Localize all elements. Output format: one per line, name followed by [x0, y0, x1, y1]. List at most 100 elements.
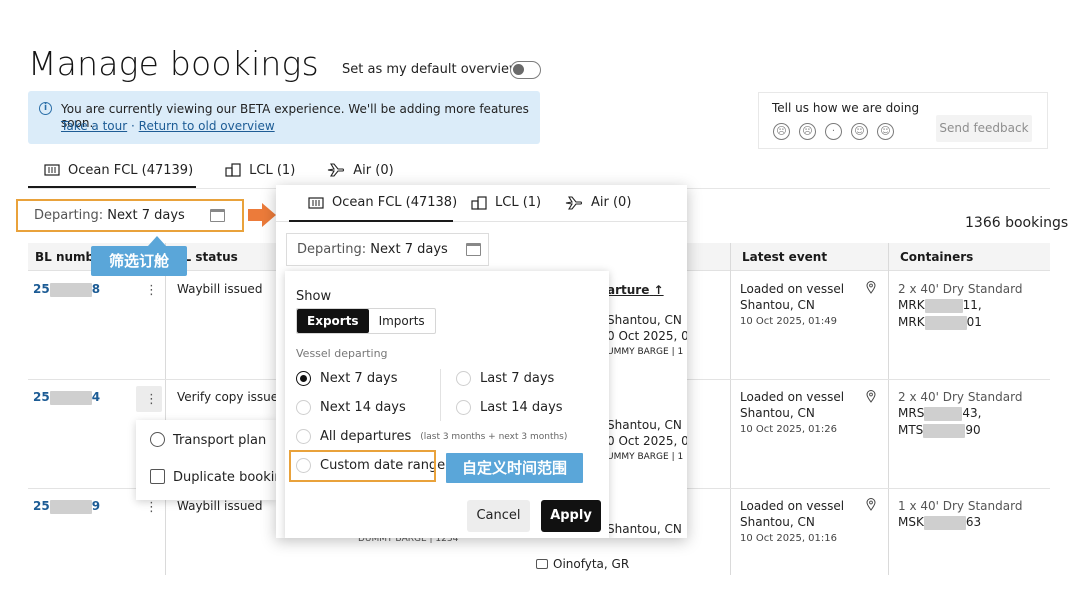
event-location: Shantou, CN [740, 406, 815, 420]
event-title: Loaded on vessel [740, 390, 845, 404]
departure-time: 0 Oct 2025, 00 [607, 434, 687, 448]
bl-number[interactable]: 25 9 [33, 498, 100, 514]
filter-value: Next 7 days [107, 208, 185, 223]
tab-lcl[interactable]: LCL (1) [471, 195, 541, 210]
show-label: Show [296, 289, 332, 304]
annotation-pointer [148, 236, 166, 246]
tab-label: Ocean FCL (47138) [332, 195, 458, 210]
tab-lcl[interactable]: LCL (1) [209, 158, 311, 182]
plane-icon [565, 195, 583, 210]
container-id: MSK 63 [898, 515, 982, 530]
container-id: MTS 90 [898, 423, 981, 438]
annotation-filter-tag: 筛选订舱 [91, 246, 187, 276]
row-menu-icon[interactable]: ⋮ [145, 501, 158, 514]
plane-icon [328, 163, 345, 177]
duplicate-icon [150, 469, 165, 484]
tab-air[interactable]: Air (0) [565, 195, 631, 210]
column-containers[interactable]: Containers [900, 250, 973, 264]
cancel-button[interactable]: Cancel [467, 500, 530, 532]
event-title: Loaded on vessel [740, 499, 845, 513]
location-icon [536, 559, 548, 569]
exports-segment[interactable]: Exports [297, 309, 369, 333]
annotation-custom-tag: 自定义时间范围 [446, 453, 583, 483]
container-icon [308, 196, 324, 209]
radio-next-14-days[interactable]: Next 14 days [296, 400, 406, 415]
very-happy-face-icon[interactable]: ☺ [877, 123, 894, 140]
container-desc: 1 x 40' Dry Standard [898, 499, 1023, 513]
radio-icon [456, 371, 471, 386]
page-title: Manage bookings [28, 44, 319, 83]
happy-face-icon[interactable]: ☺ [851, 123, 868, 140]
departing-filter[interactable]: Departing: Next 7 days [16, 199, 244, 232]
info-icon: i [39, 102, 52, 115]
imports-segment[interactable]: Imports [369, 309, 435, 333]
column-latest-event[interactable]: Latest event [742, 250, 827, 264]
event-time: 10 Oct 2025, 01:26 [740, 424, 837, 435]
link-separator: · [131, 119, 135, 133]
apply-button[interactable]: Apply [541, 500, 601, 532]
transport-plan-menu-item[interactable]: Transport plan [150, 432, 266, 448]
location-pin-icon[interactable] [866, 390, 876, 403]
send-feedback-button[interactable]: Send feedback [936, 115, 1032, 142]
location-pin-icon[interactable] [866, 498, 876, 511]
destination-text: Oinofyta, GR [536, 556, 629, 572]
event-location: Shantou, CN [740, 515, 815, 529]
event-title: Loaded on vessel [740, 282, 845, 296]
very-unhappy-face-icon[interactable]: ☹ [773, 123, 790, 140]
lcl-icon [471, 195, 487, 210]
filter-value: Next 7 days [370, 242, 448, 257]
direction-segmented-control: Exports Imports [296, 308, 436, 334]
departure-column-header[interactable]: arture ↑ [607, 282, 664, 298]
departure-time: 0 Oct 2025, 00 [607, 329, 687, 343]
status-text: Verify copy issued [177, 390, 286, 404]
return-old-overview-link[interactable]: Return to old overview [139, 119, 275, 133]
duplicate-booking-menu-item[interactable]: Duplicate bookin [150, 469, 283, 485]
neutral-face-icon[interactable]: · [825, 123, 842, 140]
vessel-departing-label: Vessel departing [296, 347, 388, 360]
default-overview-toggle[interactable] [510, 61, 541, 79]
default-overview-label: Set as my default overview [342, 62, 520, 77]
departure-location: Shantou, CN [607, 313, 682, 327]
radio-last-7-days[interactable]: Last 7 days [456, 371, 554, 386]
radio-selected-icon [296, 371, 311, 386]
radio-last-14-days[interactable]: Last 14 days [456, 400, 563, 415]
filter-overlay-panel: Ocean FCL (47138) LCL (1) Air (0) Depart… [276, 185, 687, 538]
all-departures-hint: (last 3 months + next 3 months) [420, 431, 568, 442]
tab-ocean-fcl[interactable]: Ocean FCL (47138) [308, 195, 457, 210]
container-id: MRK 01 [898, 315, 982, 330]
beta-banner: i You are currently viewing our BETA exp… [28, 91, 540, 144]
tab-label: LCL (1) [495, 195, 542, 210]
filter-key: Departing: [297, 242, 367, 257]
location-pin-icon[interactable] [866, 281, 876, 294]
container-desc: 2 x 40' Dry Standard [898, 282, 1023, 296]
bl-number[interactable]: 25 8 [33, 281, 100, 297]
tab-label: Ocean FCL (47139) [68, 162, 194, 178]
unhappy-face-icon[interactable]: ☹ [799, 123, 816, 140]
sort-up-icon: ↑ [653, 283, 664, 297]
container-id: MRK 11, [898, 298, 982, 313]
container-id: MRS 43, [898, 406, 982, 421]
row-context-menu: Transport plan Duplicate bookin [136, 420, 283, 500]
tab-label: Air (0) [353, 162, 394, 178]
overlay-tabs: Ocean FCL (47138) LCL (1) Air (0) [276, 185, 687, 222]
radio-next-7-days[interactable]: Next 7 days [296, 371, 398, 386]
departing-dropdown: Show Exports Imports Vessel departing Ne… [285, 271, 609, 538]
departing-filter[interactable]: Departing: Next 7 days [286, 233, 489, 266]
active-tab-indicator [289, 220, 453, 222]
tab-ocean-fcl[interactable]: Ocean FCL (47139) [28, 158, 209, 182]
radio-all-departures[interactable]: All departures (last 3 months + next 3 m… [296, 429, 567, 444]
row-menu-icon[interactable]: ⋮ [145, 284, 158, 297]
feedback-faces: ☹ ☹ · ☺ ☺ [773, 123, 894, 140]
tab-air[interactable]: Air (0) [311, 158, 409, 182]
radio-icon [296, 429, 311, 444]
bl-number[interactable]: 25 4 [33, 389, 100, 405]
booking-count: 1366 bookings [965, 215, 1069, 231]
container-icon [44, 164, 60, 176]
arrow-body [248, 209, 262, 221]
options-divider [440, 369, 441, 421]
take-tour-link[interactable]: Take a tour [61, 119, 127, 133]
row-menu-icon[interactable]: ⋮ [145, 393, 158, 406]
departure-location: Shantou, CN [607, 418, 682, 432]
custom-date-highlight [289, 450, 436, 482]
beta-links: Take a tour · Return to old overview [61, 119, 275, 133]
